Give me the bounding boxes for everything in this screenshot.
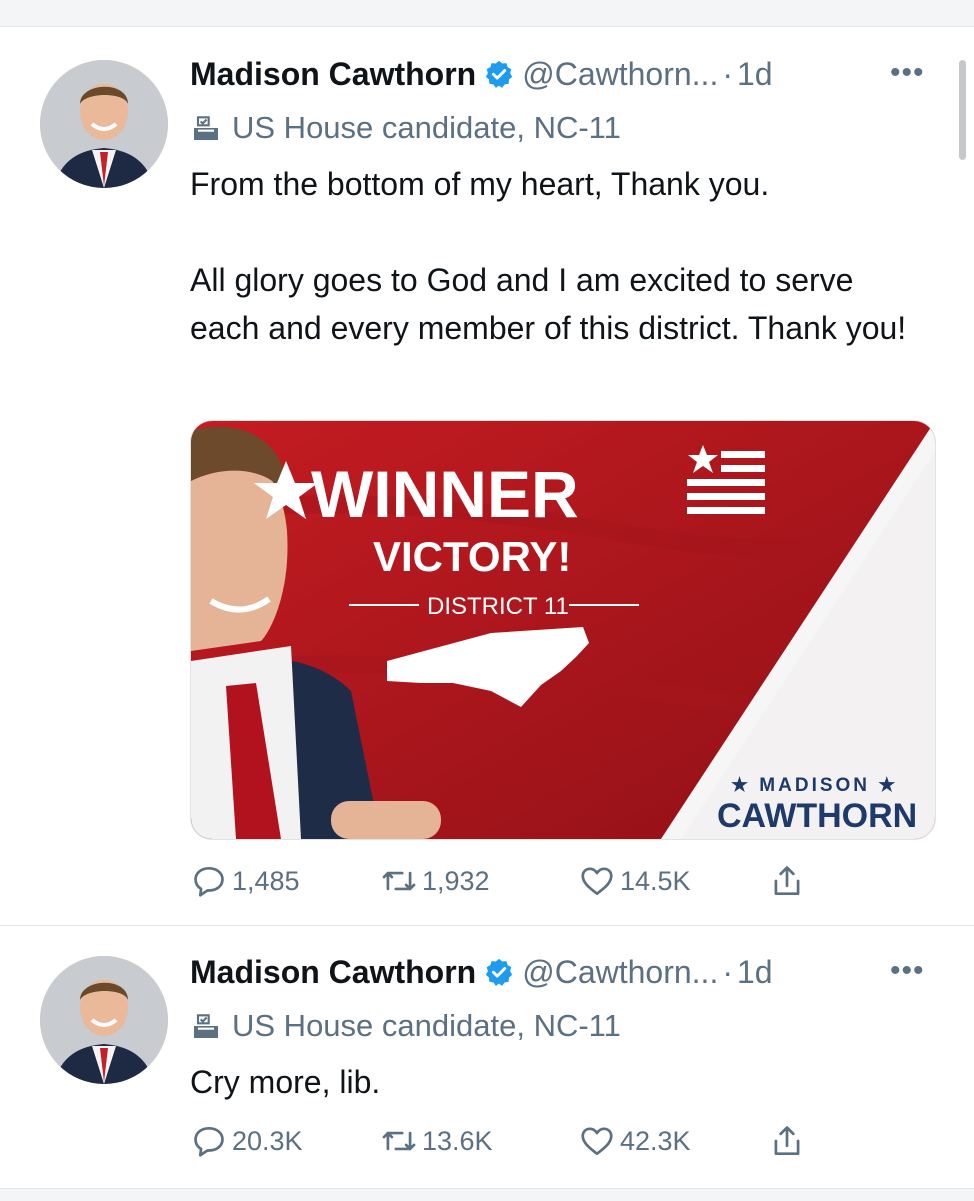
brand-name: CAWTHORN <box>717 797 917 835</box>
tweet-text: Cry more, lib. <box>190 1058 920 1106</box>
like-button[interactable]: 14.5K <box>578 862 691 900</box>
timestamp[interactable]: 1d <box>737 954 773 991</box>
retweet-count: 13.6K <box>422 1125 493 1156</box>
ballot-box-icon <box>194 116 218 140</box>
like-button[interactable]: 42.3K <box>578 1122 691 1160</box>
tweet-text-line: From the bottom of my heart, Thank you. <box>190 166 770 202</box>
separator-dot: · <box>722 55 733 92</box>
heart-icon <box>581 1127 613 1156</box>
graphic-subhead: VICTORY! <box>373 533 571 580</box>
like-count: 42.3K <box>620 1125 691 1156</box>
like-count: 14.5K <box>620 865 691 896</box>
tweet-text-spacer <box>190 208 920 256</box>
reply-button[interactable]: 1,485 <box>190 862 300 900</box>
verified-badge-icon <box>486 958 513 986</box>
more-options-icon[interactable]: ••• <box>890 56 925 90</box>
reply-count: 20.3K <box>232 1125 303 1156</box>
ballot-box-icon <box>194 1014 218 1038</box>
share-icon <box>774 866 800 896</box>
reply-icon <box>194 866 224 897</box>
retweet-icon <box>382 871 416 891</box>
verified-badge-icon <box>486 60 513 88</box>
more-options-icon[interactable]: ••• <box>890 954 925 988</box>
bottom-strip <box>0 1188 974 1201</box>
author-handle[interactable]: @Cawthorn... <box>522 954 718 991</box>
avatar[interactable] <box>40 956 168 1084</box>
tweet-text-line: Cry more, lib. <box>190 1064 381 1100</box>
share-button[interactable] <box>768 1122 810 1160</box>
share-button[interactable] <box>768 862 810 900</box>
tweet-text: From the bottom of my heart, Thank you. … <box>190 160 920 352</box>
author-name[interactable]: Madison Cawthorn <box>190 56 476 93</box>
avatar[interactable] <box>40 60 168 188</box>
scrollbar[interactable] <box>959 60 966 160</box>
retweet-icon <box>382 1131 416 1151</box>
retweet-count: 1,932 <box>422 865 490 896</box>
reply-button[interactable]: 20.3K <box>190 1122 303 1160</box>
retweet-button[interactable]: 1,932 <box>380 862 490 900</box>
retweet-button[interactable]: 13.6K <box>380 1122 493 1160</box>
candidate-label: US House candidate, NC-11 <box>232 110 621 145</box>
timestamp[interactable]: 1d <box>737 56 773 93</box>
top-status-strip <box>0 0 974 27</box>
reply-count: 1,485 <box>232 865 300 896</box>
brand-tagline: ★ MADISON ★ <box>731 775 898 796</box>
separator-dot: · <box>722 953 733 990</box>
author-name[interactable]: Madison Cawthorn <box>190 954 476 991</box>
heart-icon <box>581 867 613 896</box>
candidate-label: US House candidate, NC-11 <box>232 1008 621 1043</box>
tweet-image[interactable]: WINNER VICTORY! DISTRICT 11 ★ MADISON ★ … <box>190 420 936 840</box>
author-handle[interactable]: @Cawthorn... <box>522 56 718 93</box>
graphic-headline: WINNER <box>311 457 579 531</box>
tweet-divider <box>0 925 974 926</box>
tweet-text-line: All glory goes to God and I am excited t… <box>190 262 907 346</box>
graphic-district: DISTRICT 11 <box>427 593 569 620</box>
reply-icon <box>194 1126 224 1157</box>
share-icon <box>774 1126 800 1156</box>
